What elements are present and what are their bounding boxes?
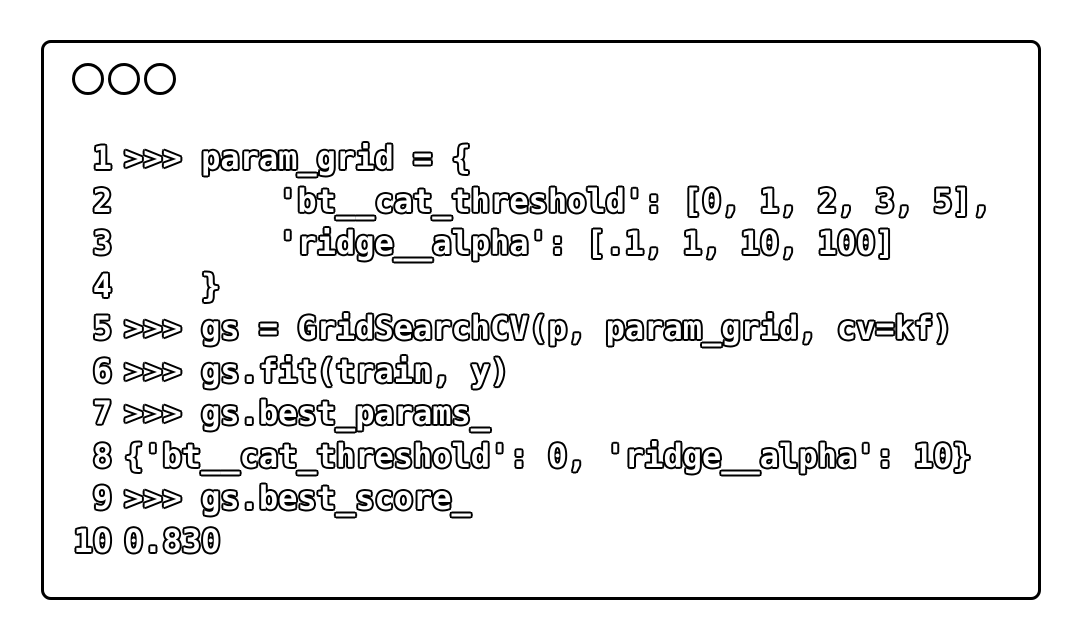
line-number: 9 [92,479,112,517]
code-line: 1 >>> param_grid = { [72,137,991,180]
minimize-circle-icon[interactable] [108,63,140,95]
code-text: 'ridge__alpha': [.1, 1, 10, 100] [124,224,895,262]
code-listing: 1 >>> param_grid = { 2 'bt__cat_threshold… [72,137,991,563]
code-text: >>> param_grid = { [124,139,471,177]
line-number: 3 [92,224,112,262]
line-number: 10 [73,521,112,560]
line-number: 8 [92,436,112,475]
code-text: >>> gs.best_params_ [124,394,491,432]
code-text: {'bt__cat_threshold': 0, 'ridge__alpha':… [124,436,972,475]
line-number: 5 [92,309,112,347]
code-text: >>> gs.best_score_ [124,479,471,517]
code-text: } [124,266,221,305]
code-line: 4 } [72,265,991,308]
line-number: 4 [92,266,112,305]
window-controls [72,63,176,95]
line-number: 2 [92,181,112,220]
line-number: 6 [92,351,112,390]
code-line: 9 >>> gs.best_score_ [72,477,991,520]
code-text: 'bt__cat_threshold': [0, 1, 2, 3, 5], [124,181,991,220]
line-number: 7 [92,394,112,432]
code-line: 3 'ridge__alpha': [.1, 1, 10, 100] [72,222,991,265]
code-text: >>> gs = GridSearchCV(p, param_grid, cv=… [124,309,953,347]
code-line: 5 >>> gs = GridSearchCV(p, param_grid, cv… [72,307,991,350]
code-text: >>> gs.fit(train, y) [124,351,510,390]
code-line: 6 >>> gs.fit(train, y) [72,350,991,393]
code-text: 0.830 [124,521,221,560]
code-line: 10 0.830 [72,520,991,563]
line-number: 1 [92,139,112,177]
code-line: 2 'bt__cat_threshold': [0, 1, 2, 3, 5], [72,180,991,223]
close-circle-icon[interactable] [72,63,104,95]
maximize-circle-icon[interactable] [144,63,176,95]
code-line: 8 {'bt__cat_threshold': 0, 'ridge__alpha'… [72,435,991,478]
code-window: 1 >>> param_grid = { 2 'bt__cat_threshold… [41,40,1041,600]
code-line: 7 >>> gs.best_params_ [72,392,991,435]
